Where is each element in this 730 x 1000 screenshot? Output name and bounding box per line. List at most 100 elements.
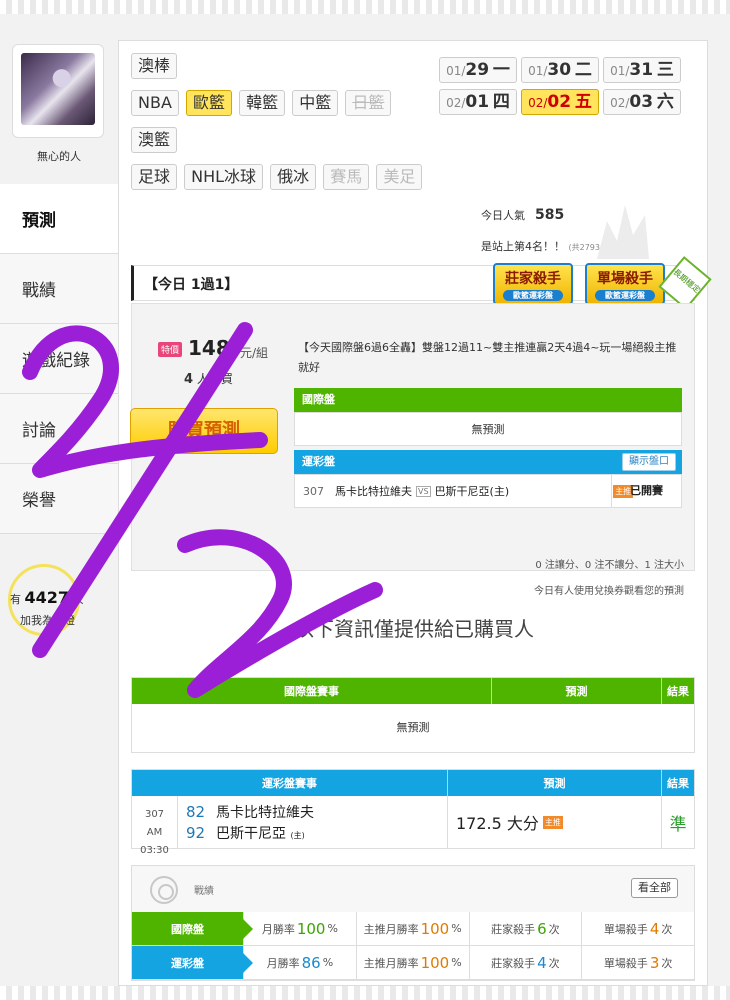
league-tab-aus-basketball[interactable]: 澳籃 bbox=[131, 127, 178, 153]
prediction-card: 特價 148 元/組 4 人購買 購買預測 【今天國際盤6過6全轟】雙盤12過1… bbox=[130, 303, 695, 597]
score-home: 82 bbox=[186, 803, 206, 821]
league-tab-euro-basketball[interactable]: 歐籃 bbox=[185, 90, 232, 116]
single-killer-count: 單場殺手 3 次 bbox=[582, 946, 694, 980]
buyers-count: 4 人購買 bbox=[184, 372, 233, 387]
single-killer-count: 單場殺手 4 次 bbox=[582, 912, 694, 946]
main-pick-tag: 主推 bbox=[542, 815, 563, 829]
prediction-value: 172.5 大分 bbox=[456, 814, 539, 833]
record-panel: 戰績 看全部 國際盤 月勝率 100% 主推月勝率 100% 莊家殺手 6 次 單場殺手… bbox=[131, 865, 695, 981]
nav-item-record[interactable]: 戰績 bbox=[0, 254, 118, 324]
intl-table: 國際盤賽事 預測 結果 無預測 bbox=[131, 677, 695, 753]
intl-empty: 無預測 bbox=[294, 412, 682, 446]
show-odds-button[interactable]: 顯示盤口 bbox=[622, 453, 676, 471]
fans-prefix: 有 bbox=[10, 593, 21, 606]
record-label: 運彩盤 bbox=[132, 946, 253, 980]
intl-box: 國際盤 無預測 bbox=[294, 388, 682, 446]
league-tab-us-football: 美足 bbox=[376, 164, 423, 190]
dealer-killer-count: 莊家殺手 4 次 bbox=[469, 946, 583, 980]
date-0129[interactable]: 01/29 一 bbox=[439, 57, 517, 83]
nav-item-honor[interactable]: 榮譽 bbox=[0, 464, 118, 534]
date-0202[interactable]: 02/02 五 bbox=[521, 89, 599, 115]
record-title: 戰績 bbox=[194, 886, 214, 897]
league-tab-china-basketball[interactable]: 中籃 bbox=[292, 90, 339, 116]
league-tab-soccer[interactable]: 足球 bbox=[131, 164, 178, 190]
price: 148 bbox=[188, 336, 230, 360]
month-win-rate: 月勝率 100% bbox=[244, 912, 357, 946]
lottery-col-event: 運彩盤賽事 bbox=[132, 770, 448, 796]
record-row-lottery: 運彩盤 月勝率 86% 主推月勝率 100% 莊家殺手 4 次 單場殺手 3 次 bbox=[132, 946, 694, 980]
league-tab-nhl[interactable]: NHL冰球 bbox=[184, 164, 264, 190]
month-win-rate: 月勝率 86% bbox=[244, 946, 357, 980]
league-tab-korea-basketball[interactable]: 韓籃 bbox=[239, 90, 286, 116]
date-0201[interactable]: 02/01 四 bbox=[439, 89, 517, 115]
nav-item-discussion[interactable]: 討論 bbox=[0, 394, 118, 464]
popularity-value: 585 bbox=[535, 207, 565, 223]
result-cell: 準 bbox=[669, 814, 687, 835]
intl-col-prediction: 預測 bbox=[492, 678, 662, 704]
rank-text: 是站上第4名！！ bbox=[481, 240, 565, 253]
special-price-tag: 特價 bbox=[158, 342, 183, 357]
fans-count-line: 有 4427 人 bbox=[10, 588, 84, 607]
league-filter: 澳棒 NBA 歐籃 韓籃 中籃 日籃 澳籃 足球 NHL冰球 俄冰 賽馬 美足 bbox=[131, 53, 431, 201]
league-tab-japan-basketball: 日籃 bbox=[345, 90, 392, 116]
nav-item-predict[interactable]: 預測 bbox=[0, 184, 130, 254]
intl-table-empty: 無預測 bbox=[396, 721, 430, 734]
prediction-cell: 172.5 大分 主推 bbox=[448, 796, 662, 848]
match-number: 307 bbox=[303, 484, 324, 498]
team-home: 馬卡比特拉維夫 bbox=[216, 805, 314, 821]
match-home-team: 馬卡比特拉維夫 bbox=[335, 485, 412, 498]
torn-edge-top bbox=[0, 0, 730, 14]
date-0130[interactable]: 01/30 二 bbox=[521, 57, 599, 83]
view-all-button[interactable]: 看全部 bbox=[631, 878, 678, 898]
league-tab-aus-baseball[interactable]: 澳棒 bbox=[131, 53, 178, 79]
lottery-table: 運彩盤賽事 預測 結果 307 AM 03:30 82 馬卡比特拉維夫 92 巴斯干尼… bbox=[131, 769, 695, 856]
league-tab-nba[interactable]: NBA bbox=[131, 90, 179, 116]
buyers-only-notice: 以下資訊僅提供給已購買人 bbox=[294, 617, 534, 641]
username: 無心的人 bbox=[37, 150, 81, 163]
lottery-box: 運彩盤 顯示盤口 307 馬卡比特拉維夫 VS 巴斯干尼亞(主) 主推 已開賽 bbox=[294, 450, 682, 508]
buy-prediction-button[interactable]: 購買預測 bbox=[130, 408, 278, 454]
score-away: 92 bbox=[186, 824, 206, 842]
league-tab-horse-racing: 賽馬 bbox=[323, 164, 370, 190]
date-0203[interactable]: 02/03 六 bbox=[603, 89, 681, 115]
lottery-match-row: 307 馬卡比特拉維夫 VS 巴斯干尼亞(主) 主推 已開賽 bbox=[294, 474, 682, 508]
voucher-note: 今日有人使用兌換券觀看您的預測 bbox=[534, 586, 684, 597]
intl-col-event: 國際盤賽事 bbox=[132, 678, 492, 704]
match-time-cell: 307 AM 03:30 bbox=[132, 796, 178, 856]
lottery-header: 運彩盤 顯示盤口 bbox=[294, 450, 682, 474]
bet-summary: 0 注讓分、0 注不讓分、1 注大小 bbox=[535, 560, 684, 571]
match-teams-cell: 82 馬卡比特拉維夫 92 巴斯干尼亞 (主) bbox=[178, 796, 448, 848]
vs-icon: VS bbox=[416, 485, 431, 497]
badge-dealer-killer: 莊家殺手 歐籃運彩盤 bbox=[493, 263, 573, 305]
target-icon bbox=[150, 876, 178, 904]
league-tab-russia-hockey[interactable]: 俄冰 bbox=[270, 164, 317, 190]
avatar[interactable] bbox=[12, 44, 104, 138]
table-row: 307 AM 03:30 82 馬卡比特拉維夫 92 巴斯干尼亞 (主) 172.5 … bbox=[132, 796, 694, 856]
fans-widget[interactable]: 有 4427 人 加我為明燈 bbox=[0, 560, 118, 670]
badge-single-killer: 單場殺手 歐籃運彩盤 bbox=[585, 263, 665, 305]
main-month-win-rate: 主推月勝率 100% bbox=[356, 912, 470, 946]
follow-label[interactable]: 加我為明燈 bbox=[20, 612, 75, 628]
intl-table-header: 國際盤賽事 預測 結果 bbox=[132, 678, 694, 704]
intl-col-result: 結果 bbox=[667, 685, 689, 698]
prediction-description: 【今天國際盤6過6全轟】雙盤12過11~雙主推連贏2天4過4~玩一場絕殺主推就好 bbox=[298, 341, 677, 374]
fans-count: 4427 bbox=[24, 588, 70, 607]
match-status: 已開賽 bbox=[611, 475, 681, 507]
match-away-team: 巴斯干尼亞(主) bbox=[434, 485, 510, 498]
trophy-decoration-icon bbox=[597, 205, 649, 259]
team-away: 巴斯干尼亞 bbox=[216, 826, 286, 842]
sidebar: 無心的人 預測 戰績 遊戲紀錄 討論 榮譽 有 4427 人 加我為明燈 bbox=[0, 40, 130, 986]
fans-unit: 人 bbox=[72, 593, 84, 606]
main-month-win-rate: 主推月勝率 100% bbox=[356, 946, 470, 980]
lottery-col-prediction: 預測 bbox=[448, 770, 662, 796]
torn-edge-bottom bbox=[0, 986, 730, 1000]
popularity: 今日人氣 585 bbox=[481, 207, 564, 223]
popularity-label: 今日人氣 bbox=[481, 209, 525, 222]
nav-item-game-log[interactable]: 遊戲紀錄 bbox=[0, 324, 118, 394]
dealer-killer-count: 莊家殺手 6 次 bbox=[469, 912, 583, 946]
lottery-table-header: 運彩盤賽事 預測 結果 bbox=[132, 770, 694, 796]
date-0131[interactable]: 01/31 三 bbox=[603, 57, 681, 83]
price-unit: 元/組 bbox=[240, 346, 269, 360]
lottery-col-result: 結果 bbox=[667, 777, 689, 790]
main-panel: 澳棒 NBA 歐籃 韓籃 中籃 日籃 澳籃 足球 NHL冰球 俄冰 賽馬 美足 … bbox=[118, 40, 712, 986]
